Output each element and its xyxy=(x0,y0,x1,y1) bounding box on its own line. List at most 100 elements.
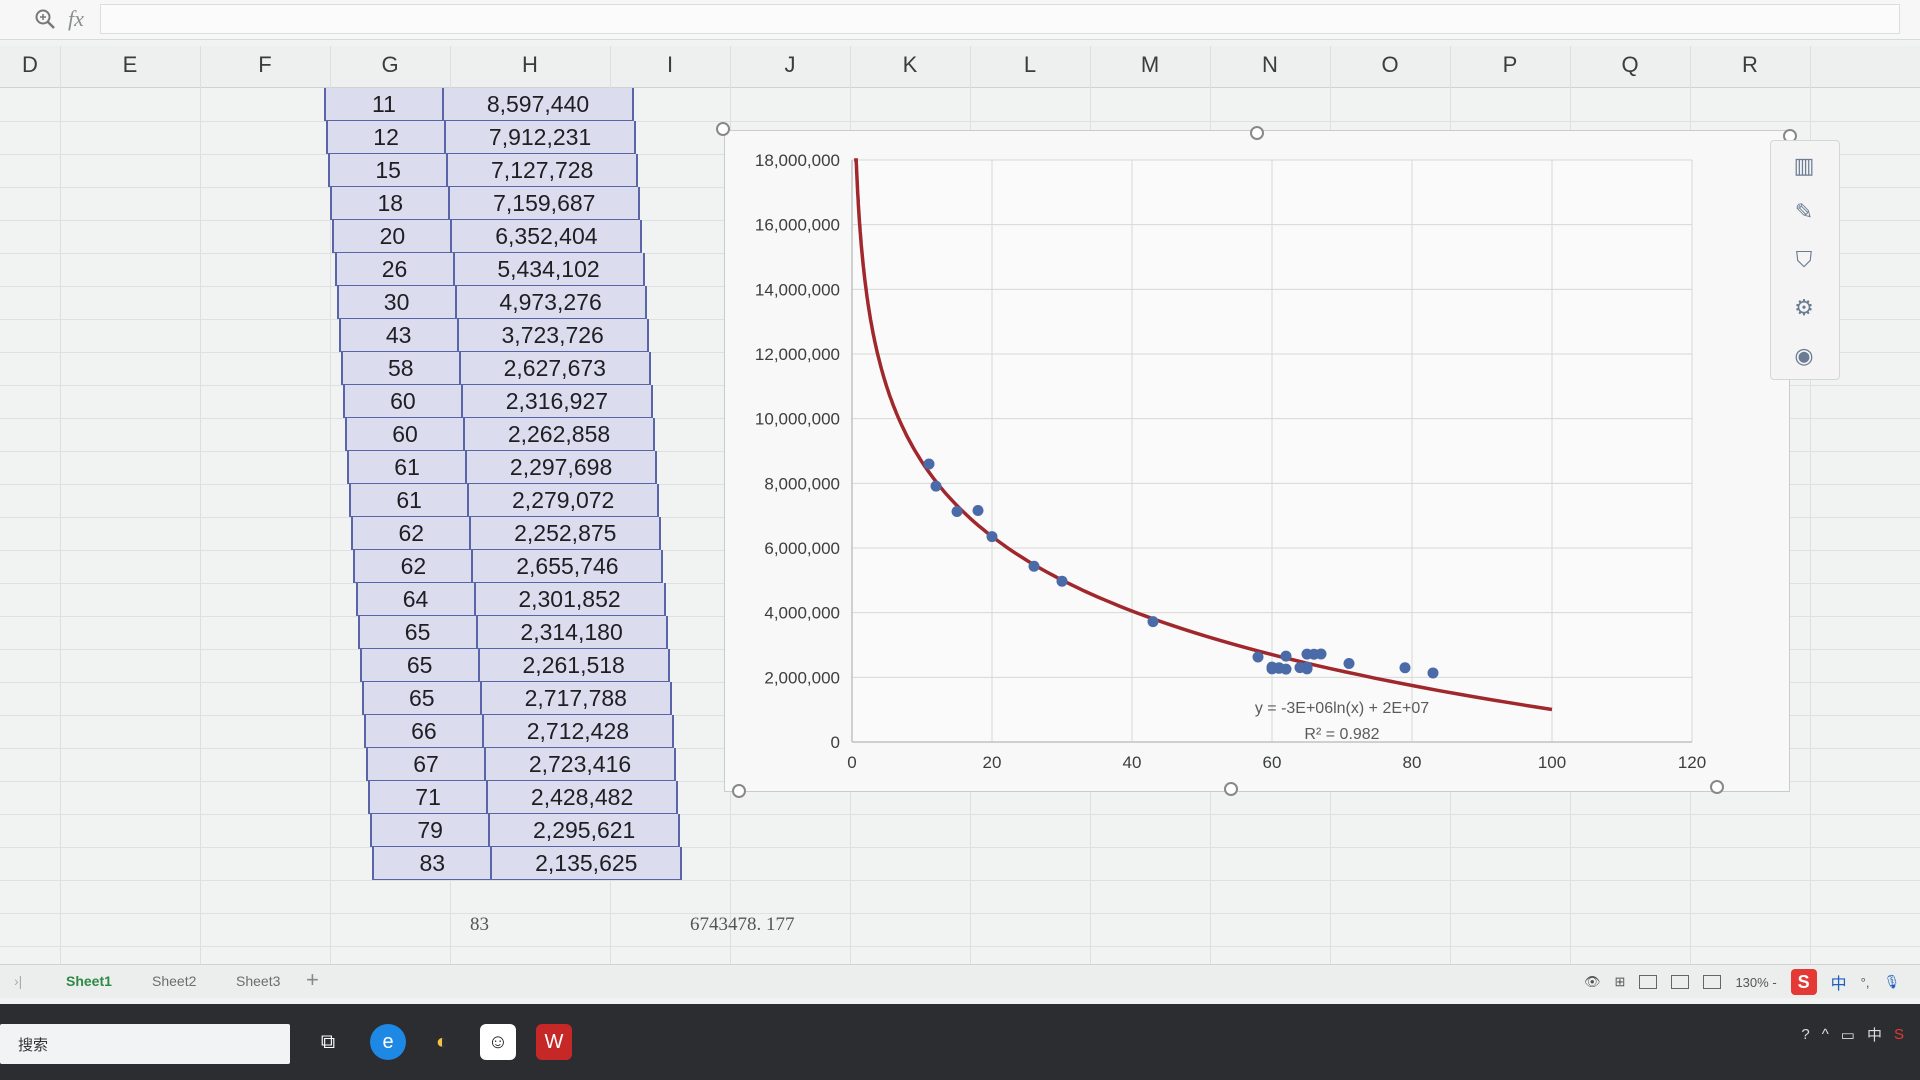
column-header[interactable]: E xyxy=(64,52,196,78)
cell-h[interactable]: 2,295,621 xyxy=(490,814,681,846)
cell-h[interactable]: 3,723,726 xyxy=(458,319,649,351)
cell-h[interactable]: 6,352,404 xyxy=(452,220,643,252)
resize-handle[interactable] xyxy=(716,122,730,136)
column-header[interactable]: Q xyxy=(1574,52,1686,78)
chevron-up-icon[interactable]: ^ xyxy=(1822,1026,1829,1043)
cell-g[interactable]: 30 xyxy=(336,286,457,318)
cell-g[interactable]: 83 xyxy=(372,847,493,879)
cell-h[interactable]: 7,159,687 xyxy=(450,187,641,219)
cell-g[interactable]: 15 xyxy=(328,154,449,186)
cell-h[interactable]: 2,717,788 xyxy=(481,682,672,714)
task-view-icon[interactable]: ⧉ xyxy=(310,1024,346,1060)
chart-elements-icon[interactable]: ▥ xyxy=(1789,151,1819,181)
cell-g[interactable]: 62 xyxy=(351,517,472,549)
cell-h[interactable]: 2,261,518 xyxy=(479,649,670,681)
zoom-level[interactable]: 130% - xyxy=(1735,975,1776,990)
tab-sheet2[interactable]: Sheet2 xyxy=(152,973,196,989)
tab-sheet1[interactable]: Sheet1 xyxy=(66,973,112,989)
cell-g[interactable]: 67 xyxy=(366,748,486,780)
cell-h[interactable]: 5,434,102 xyxy=(454,253,645,285)
cell-h[interactable]: 2,297,698 xyxy=(467,451,658,483)
wps-logo-icon[interactable]: S xyxy=(1790,969,1817,995)
column-header[interactable]: I xyxy=(614,52,726,78)
cell-g[interactable]: 79 xyxy=(370,814,491,846)
column-header[interactable]: K xyxy=(854,52,966,78)
app-icon[interactable]: ◐ xyxy=(424,1024,460,1060)
column-header[interactable]: O xyxy=(1334,52,1446,78)
column-header[interactable]: G xyxy=(334,52,446,78)
column-header[interactable]: L xyxy=(974,52,1086,78)
gear-icon[interactable]: ⚙ xyxy=(1789,293,1819,323)
cell-h[interactable]: 8,597,440 xyxy=(444,88,634,120)
fx-label[interactable]: fx xyxy=(68,6,84,32)
cell-h[interactable]: 7,912,231 xyxy=(446,121,637,153)
cell-h[interactable]: 2,723,416 xyxy=(486,748,676,780)
taskbar-search[interactable]: 搜索 xyxy=(0,1024,290,1064)
cell-h[interactable]: 2,262,858 xyxy=(465,418,655,450)
resize-handle[interactable] xyxy=(1710,780,1724,794)
add-sheet-button[interactable]: + xyxy=(306,967,319,993)
cell-g[interactable]: 64 xyxy=(355,583,476,615)
zoom-icon[interactable] xyxy=(34,8,56,30)
normal-view-icon[interactable] xyxy=(1639,975,1658,989)
cell-g[interactable]: 61 xyxy=(347,451,468,483)
resize-handle[interactable] xyxy=(1250,126,1264,140)
column-header[interactable]: J xyxy=(734,52,846,78)
cell-h[interactable]: 2,135,625 xyxy=(492,847,683,879)
resize-handle[interactable] xyxy=(1224,782,1238,796)
resize-handle[interactable] xyxy=(732,784,746,798)
microphone-icon[interactable]: 🎙 xyxy=(1883,974,1900,990)
page-layout-icon[interactable] xyxy=(1671,975,1690,989)
cell-g[interactable]: 60 xyxy=(342,385,463,417)
tab-scroll-icon[interactable]: ›| xyxy=(14,973,22,989)
cell-h[interactable]: 7,127,728 xyxy=(448,154,639,186)
punctuation-icon[interactable]: °, xyxy=(1861,975,1870,990)
tab-sheet3[interactable]: Sheet3 xyxy=(236,973,280,989)
help-icon[interactable]: ? xyxy=(1801,1026,1809,1043)
wps-app-icon[interactable]: W xyxy=(536,1024,572,1060)
column-header[interactable]: M xyxy=(1094,52,1206,78)
cell-g[interactable]: 20 xyxy=(332,220,453,252)
sogou-icon[interactable]: S xyxy=(1894,1026,1904,1043)
cell-h[interactable]: 2,314,180 xyxy=(477,616,668,648)
cell-g[interactable]: 11 xyxy=(324,88,444,120)
column-header[interactable]: N xyxy=(1214,52,1326,78)
column-header[interactable]: H xyxy=(454,52,606,78)
column-header[interactable]: P xyxy=(1454,52,1566,78)
page-break-icon[interactable] xyxy=(1703,975,1722,989)
lightbulb-icon[interactable]: ◉ xyxy=(1789,341,1819,371)
ime-tray-icon[interactable]: 中 xyxy=(1867,1024,1882,1045)
cell-g[interactable]: 12 xyxy=(326,121,447,153)
cell-g[interactable]: 60 xyxy=(345,418,465,450)
cell-g[interactable]: 61 xyxy=(349,484,470,516)
scatter-chart[interactable]: 0 2,000,000 4,000,000 6,000,000 8,000,000 10,… xyxy=(724,130,1790,792)
filter-icon[interactable]: ⛉ xyxy=(1789,245,1819,275)
cell-g[interactable]: 71 xyxy=(368,781,489,813)
footer-value[interactable]: 6743478. 177 xyxy=(690,914,795,936)
qq-icon[interactable]: ☺ xyxy=(480,1024,516,1060)
ime-indicator[interactable]: 中 xyxy=(1831,970,1847,994)
edge-icon[interactable]: e xyxy=(370,1024,406,1060)
cell-g[interactable]: 43 xyxy=(338,319,459,351)
cell-h[interactable]: 2,316,927 xyxy=(462,385,653,417)
cell-g[interactable]: 65 xyxy=(357,616,478,648)
column-header[interactable]: F xyxy=(204,52,326,78)
formula-input[interactable] xyxy=(100,4,1900,34)
network-icon[interactable]: ▭ xyxy=(1841,1026,1855,1044)
column-header[interactable]: R xyxy=(1694,52,1806,78)
cell-h[interactable]: 2,655,746 xyxy=(473,550,664,582)
cell-h[interactable]: 2,301,852 xyxy=(475,583,666,615)
cell-g[interactable]: 26 xyxy=(334,253,455,285)
cell-h[interactable]: 2,428,482 xyxy=(488,781,679,813)
cell-g[interactable]: 65 xyxy=(359,649,480,681)
cell-g[interactable]: 66 xyxy=(363,715,484,747)
cell-h[interactable]: 2,712,428 xyxy=(483,715,674,747)
cell-h[interactable]: 4,973,276 xyxy=(456,286,647,318)
cell-h[interactable]: 2,627,673 xyxy=(460,352,651,384)
cell-g[interactable]: 18 xyxy=(330,187,451,219)
brush-icon[interactable]: ✎ xyxy=(1789,197,1819,227)
cell-g[interactable]: 65 xyxy=(361,682,482,714)
column-header[interactable]: D xyxy=(4,52,56,78)
cell-g[interactable]: 62 xyxy=(353,550,474,582)
footer-count[interactable]: 83 xyxy=(470,914,489,936)
